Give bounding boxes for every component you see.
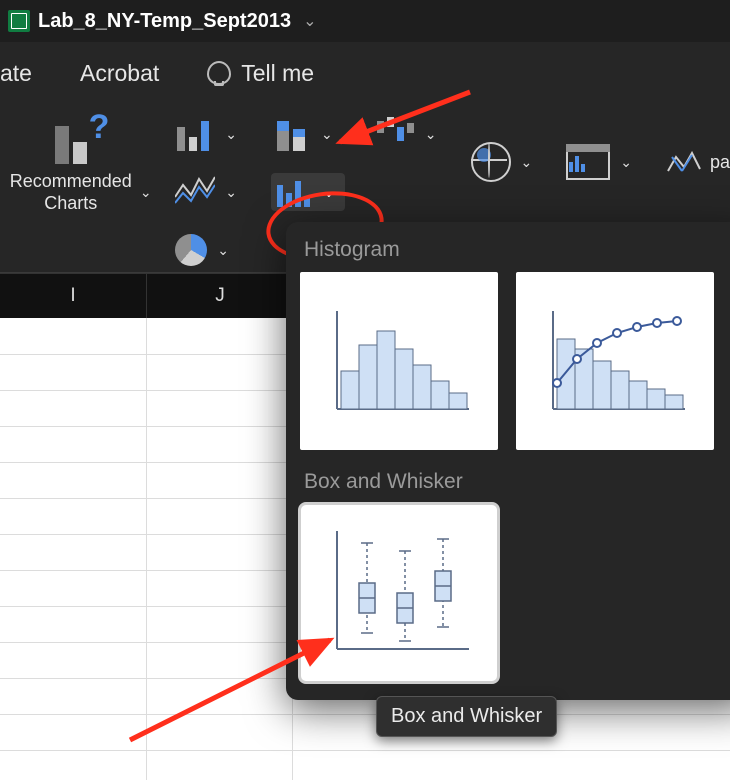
tooltip-box-and-whisker: Box and Whisker (376, 696, 557, 737)
tab-animate-partial[interactable]: ate (0, 60, 32, 87)
column-header[interactable]: I (0, 274, 147, 318)
recommended-charts-icon: ? (51, 114, 115, 164)
sparklines-label-partial: pa (710, 152, 730, 173)
chevron-down-icon: ⌄ (421, 126, 441, 143)
chevron-down-icon: ⌄ (317, 126, 337, 143)
tell-me-label: Tell me (241, 60, 314, 87)
insert-map-chart-button[interactable]: ⌄ (471, 142, 537, 182)
insert-pie-chart-button[interactable]: ⌄ (175, 230, 241, 270)
insert-pivot-chart-button[interactable]: ⌄ (566, 142, 636, 182)
insert-statistic-chart-button[interactable]: ⌄ (271, 172, 345, 212)
recommended-charts-button[interactable]: ? Recommended Charts ⌄ (0, 114, 165, 214)
insert-bar-chart-button[interactable]: ⌄ (271, 114, 345, 154)
insert-column-chart-button[interactable]: ⌄ (175, 114, 241, 154)
pivot-chart-icon (566, 144, 610, 180)
title-bar: Lab_8_NY-Temp_Sept2013 ⌄ (0, 0, 730, 42)
chevron-down-icon: ⌄ (517, 154, 537, 171)
excel-file-icon (8, 10, 30, 32)
chevron-down-icon: ⌄ (319, 184, 339, 201)
lightbulb-icon (207, 61, 231, 85)
chart-option-box-and-whisker[interactable] (300, 504, 498, 682)
insert-line-chart-button[interactable]: ⌄ (175, 172, 241, 212)
chevron-down-icon: ⌄ (213, 242, 233, 259)
dropdown-section-histogram: Histogram (304, 238, 730, 262)
chevron-down-icon: ⌄ (136, 184, 156, 201)
chevron-down-icon: ⌄ (221, 184, 241, 201)
recommended-charts-label: Recommended Charts (10, 170, 132, 214)
statistic-chart-dropdown: Histogram (286, 222, 730, 700)
ribbon-tabs: ate Acrobat Tell me (0, 42, 730, 105)
sparklines-button-partial[interactable]: pa (666, 147, 730, 177)
title-dropdown-chevron-icon[interactable]: ⌄ (303, 11, 316, 31)
chart-option-histogram[interactable] (300, 272, 498, 450)
chevron-down-icon: ⌄ (616, 154, 636, 171)
globe-icon (471, 142, 511, 182)
tab-acrobat[interactable]: Acrobat (80, 60, 159, 87)
dropdown-section-box-whisker: Box and Whisker (304, 470, 730, 494)
chart-option-pareto[interactable] (516, 272, 714, 450)
chevron-down-icon: ⌄ (221, 126, 241, 143)
tell-me-search[interactable]: Tell me (207, 60, 314, 87)
column-header[interactable]: J (147, 274, 294, 318)
insert-waterfall-chart-button[interactable]: ⌄ (375, 114, 441, 154)
workbook-title: Lab_8_NY-Temp_Sept2013 (38, 10, 291, 33)
pie-chart-icon (175, 234, 207, 266)
